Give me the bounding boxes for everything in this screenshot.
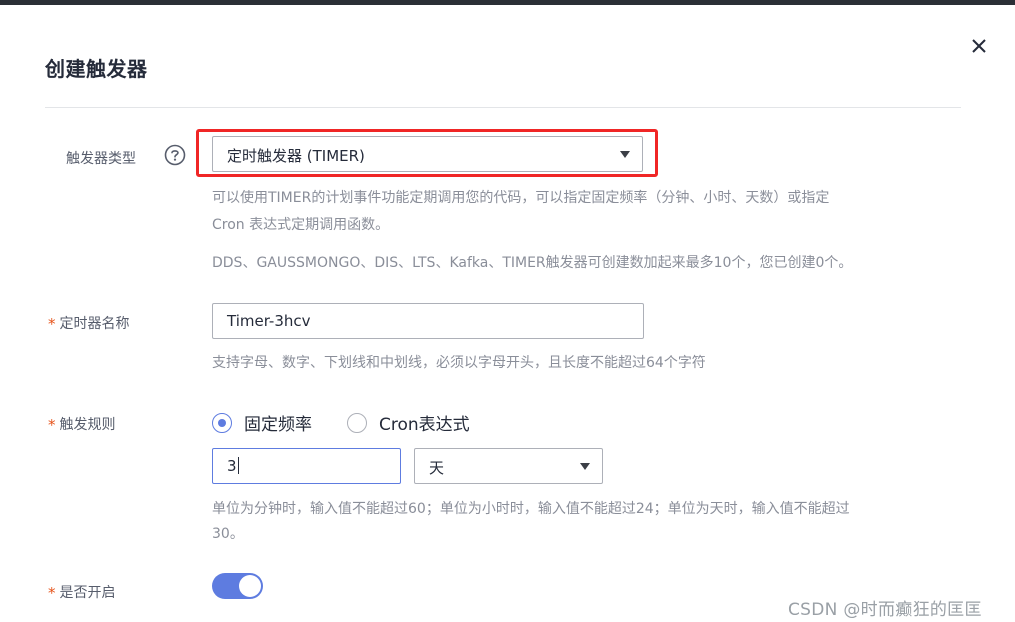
frequency-unit-selected: 天	[429, 459, 445, 477]
timer-name-input[interactable]: Timer-3hcv	[212, 303, 644, 339]
trigger-type-hint-line1: 可以使用TIMER的计划事件功能定期调用您的代码，可以指定固定频率（分钟、小时、…	[212, 190, 830, 206]
radio-label: Cron表达式	[379, 415, 470, 435]
required-mark: *	[48, 315, 56, 333]
close-icon[interactable]	[966, 33, 992, 59]
trigger-type-label: 触发器类型	[66, 151, 136, 167]
timer-name-label: * 定时器名称	[48, 315, 130, 333]
frequency-hint-line2: 30。	[212, 526, 244, 542]
create-trigger-dialog: 创建触发器 触发器类型 定时触发器 (TIMER) 可以使用TIMER的计划事件…	[0, 5, 1015, 622]
text-cursor	[237, 457, 239, 474]
title-divider	[45, 107, 961, 108]
trigger-type-hint-line2: Cron 表达式定期调用函数。	[212, 217, 390, 233]
dialog-title: 创建触发器	[45, 57, 148, 81]
trigger-rule-label: * 触发规则	[48, 416, 116, 434]
question-circle-icon[interactable]	[164, 144, 186, 166]
radio-checked-icon	[212, 412, 232, 433]
enabled-label: * 是否开启	[48, 584, 116, 602]
trigger-quota-hint: DDS、GAUSSMONGO、DIS、LTS、Kafka、TIMER触发器可创建…	[212, 255, 853, 271]
chevron-down-icon	[580, 463, 590, 470]
red-highlight-box	[196, 129, 658, 177]
radio-label: 固定频率	[244, 415, 312, 435]
frequency-value-input[interactable]: 3	[212, 448, 401, 484]
timer-name-hint: 支持字母、数字、下划线和中划线，必须以字母开头，且长度不能超过64个字符	[212, 355, 706, 371]
frequency-hint-line1: 单位为分钟时，输入值不能超过60；单位为小时时，输入值不能超过24；单位为天时，…	[212, 501, 850, 517]
frequency-unit-select[interactable]: 天	[414, 448, 603, 484]
radio-unchecked-icon	[347, 412, 367, 433]
watermark: CSDN @时而癫狂的匡匡	[788, 600, 982, 620]
radio-fixed-frequency[interactable]: 固定频率	[212, 410, 312, 435]
enabled-toggle[interactable]	[212, 573, 263, 599]
required-mark: *	[48, 584, 56, 602]
toggle-knob	[239, 575, 261, 597]
required-mark: *	[48, 416, 56, 434]
radio-cron-expression[interactable]: Cron表达式	[347, 410, 470, 435]
